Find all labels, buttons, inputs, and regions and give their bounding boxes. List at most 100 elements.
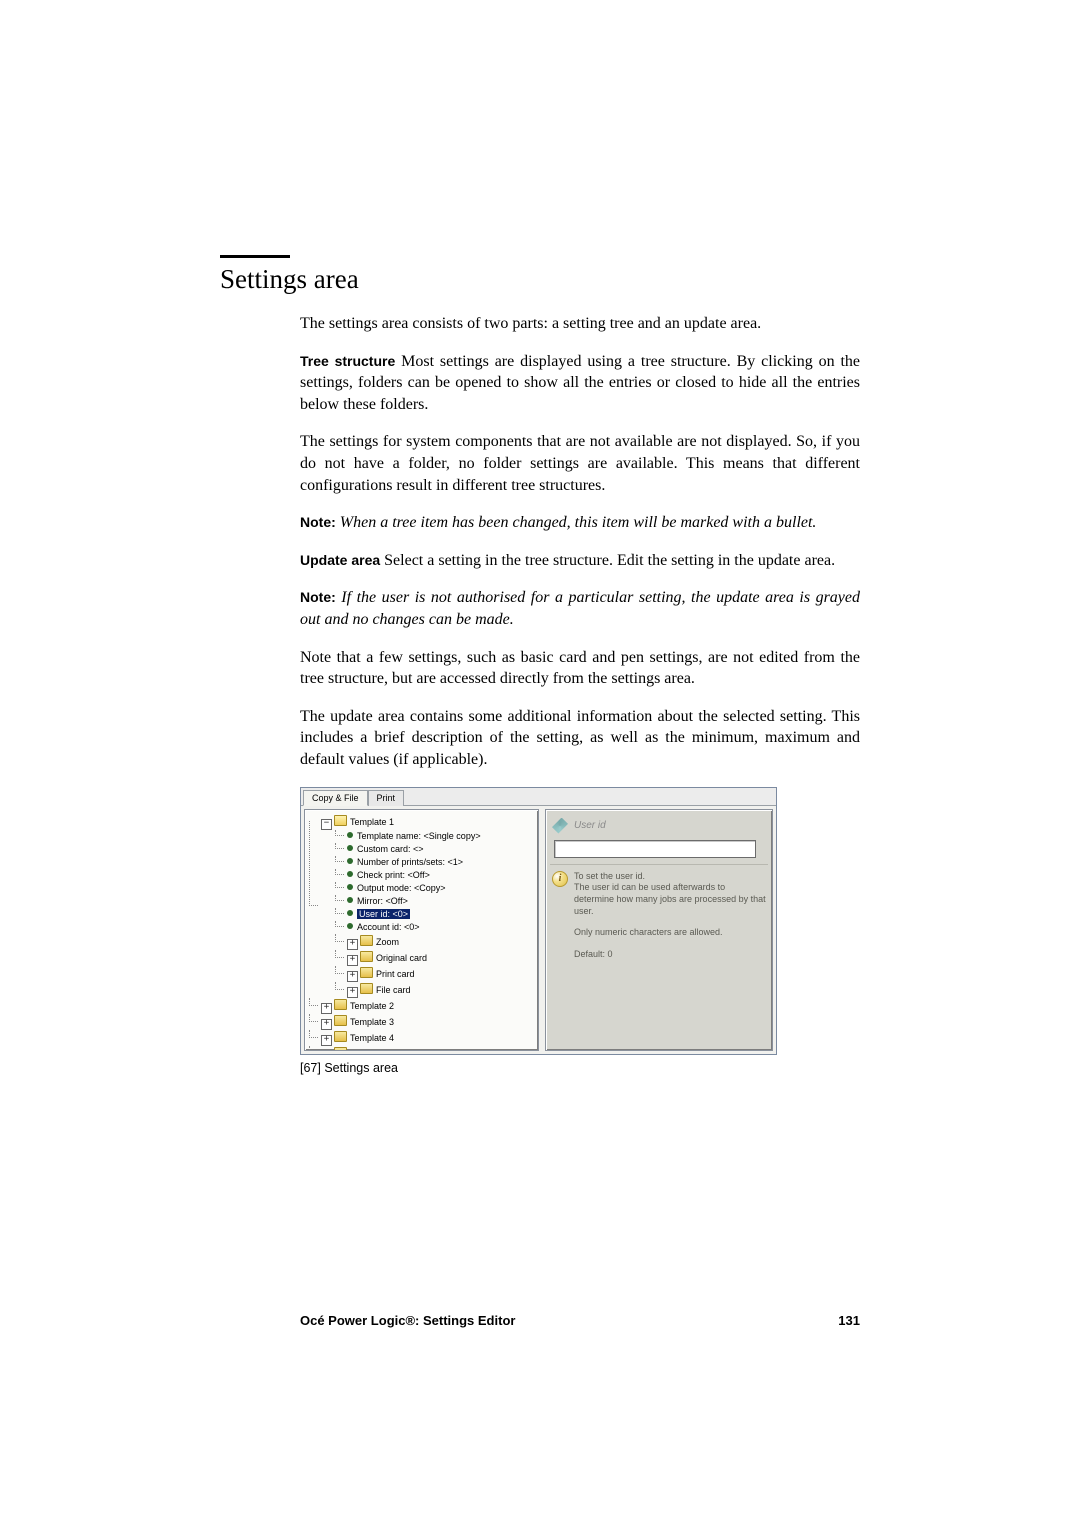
tree-leaf-label: Template name: <Single copy>	[357, 831, 481, 841]
tree-subfolder-label: Zoom	[376, 937, 399, 947]
figure-67: Copy & File Print − Template 1 Template n…	[300, 787, 860, 1075]
bullet-icon	[347, 910, 353, 916]
expand-icon[interactable]: +	[347, 971, 358, 982]
expand-icon[interactable]: +	[347, 987, 358, 998]
tree-leaf-selected-label: User id: <0>	[357, 909, 410, 919]
expand-icon[interactable]: +	[321, 1035, 332, 1046]
update-area-paragraph: Update area Select a setting in the tree…	[300, 550, 860, 572]
tree-sibling[interactable]: + Template 3	[309, 1014, 534, 1030]
heading-rule	[220, 255, 290, 258]
tree-leaf[interactable]: Template name: <Single copy>	[335, 830, 534, 843]
folder-icon	[360, 967, 373, 978]
tree-leaf-label: Output mode: <Copy>	[357, 883, 446, 893]
update-area-title: User id	[574, 820, 606, 831]
update-info-text: To set the user id. The user id can be u…	[574, 871, 766, 971]
after-paragraph-1: Note that a few settings, such as basic …	[300, 647, 860, 690]
tree-sibling-label: Template 4	[350, 1033, 394, 1043]
tree-subfolder-label: File card	[376, 985, 411, 995]
bullet-icon	[347, 871, 353, 877]
footer-page-number: 131	[838, 1313, 860, 1328]
collapse-icon[interactable]: −	[321, 819, 332, 830]
tree-leaf[interactable]: Account id: <0>	[335, 921, 534, 934]
info-line-4: Default: 0	[574, 949, 766, 961]
tree-sibling-label: Zoom calibration	[350, 1049, 417, 1051]
expand-icon[interactable]: +	[347, 955, 358, 966]
expand-icon[interactable]: +	[347, 939, 358, 950]
tree-sibling-label: Template 2	[350, 1001, 394, 1011]
info-icon: i	[552, 871, 568, 887]
tree-structure-paragraph-2: The settings for system components that …	[300, 431, 860, 496]
tree-subfolder[interactable]: + File card	[335, 982, 534, 998]
after-paragraph-2: The update area contains some additional…	[300, 706, 860, 771]
info-line-1: To set the user id.	[574, 871, 645, 881]
tree-structure-label: Tree structure	[300, 353, 395, 369]
note-2-label: Note:	[300, 589, 336, 605]
update-area-label: Update area	[300, 552, 380, 568]
folder-open-icon	[334, 815, 347, 826]
tree-leaf-label: Custom card: <>	[357, 844, 424, 854]
tree-root-label: Template 1	[350, 817, 394, 827]
settings-editor-window: Copy & File Print − Template 1 Template n…	[300, 787, 777, 1055]
folder-icon	[360, 983, 373, 994]
tree-leaf-label: Account id: <0>	[357, 922, 420, 932]
tab-copy-file[interactable]: Copy & File	[303, 790, 368, 806]
figure-caption: [67] Settings area	[300, 1061, 860, 1075]
footer-left: Océ Power Logic®: Settings Editor	[300, 1313, 515, 1328]
page-title: Settings area	[220, 264, 860, 295]
tree-leaf-label: Check print: <Off>	[357, 870, 430, 880]
update-info-block: i To set the user id. The user id can be…	[550, 871, 768, 971]
bullet-icon	[347, 832, 353, 838]
tree-sibling-label: Template 3	[350, 1017, 394, 1027]
divider	[550, 864, 768, 865]
note-1: Note: When a tree item has been changed,…	[300, 512, 860, 534]
intro-paragraph: The settings area consists of two parts:…	[300, 313, 860, 335]
folder-icon	[360, 951, 373, 962]
tree-subfolder[interactable]: + Zoom	[335, 934, 534, 950]
bullet-icon	[347, 845, 353, 851]
user-id-input[interactable]	[554, 840, 756, 858]
tree-leaf[interactable]: Mirror: <Off>	[335, 895, 534, 908]
tab-bar: Copy & File Print	[301, 788, 776, 805]
bullet-icon	[347, 923, 353, 929]
body-text: The settings area consists of two parts:…	[300, 313, 860, 771]
pencil-icon	[552, 818, 568, 834]
expand-icon[interactable]: +	[321, 1003, 332, 1014]
tree-leaf[interactable]: Number of prints/sets: <1>	[335, 856, 534, 869]
tree-sibling[interactable]: + Template 4	[309, 1030, 534, 1046]
update-area-panel: User id i To set the user id. The user i…	[545, 809, 773, 1051]
folder-icon	[334, 999, 347, 1010]
update-area-header: User id	[550, 814, 768, 840]
note-2-text: If the user is not authorised for a part…	[300, 589, 860, 628]
folder-icon	[360, 935, 373, 946]
tree-leaf[interactable]: Custom card: <>	[335, 843, 534, 856]
tree-subfolder-label: Print card	[376, 969, 415, 979]
info-line-2: The user id can be used afterwards to de…	[574, 882, 766, 915]
tree-leaf-label: Number of prints/sets: <1>	[357, 857, 463, 867]
page-footer: Océ Power Logic®: Settings Editor 131	[0, 1313, 1080, 1328]
settings-tree[interactable]: − Template 1 Template name: <Single copy>…	[309, 814, 534, 1051]
tree-subfolder-label: Original card	[376, 953, 427, 963]
tree-structure-paragraph-1: Tree structure Most settings are display…	[300, 351, 860, 416]
settings-tree-panel: − Template 1 Template name: <Single copy>…	[304, 809, 539, 1051]
bullet-icon	[347, 897, 353, 903]
note-2: Note: If the user is not authorised for …	[300, 587, 860, 630]
update-area-text: Select a setting in the tree structure. …	[380, 552, 835, 569]
bullet-icon	[347, 858, 353, 864]
note-1-text: When a tree item has been changed, this …	[336, 514, 817, 531]
tree-root[interactable]: − Template 1 Template name: <Single copy>…	[309, 814, 534, 998]
tree-subfolder[interactable]: + Original card	[335, 950, 534, 966]
folder-icon	[334, 1047, 347, 1051]
tree-leaf-selected[interactable]: User id: <0>	[335, 908, 534, 921]
info-line-3: Only numeric characters are allowed.	[574, 927, 766, 939]
tab-print[interactable]: Print	[368, 790, 405, 806]
tree-sibling[interactable]: +Zoom calibration	[309, 1046, 534, 1051]
note-1-label: Note:	[300, 514, 336, 530]
expand-icon[interactable]: +	[321, 1019, 332, 1030]
tree-subfolder[interactable]: + Print card	[335, 966, 534, 982]
folder-icon	[334, 1015, 347, 1026]
tree-leaf-label: Mirror: <Off>	[357, 896, 408, 906]
folder-icon	[334, 1031, 347, 1042]
tree-sibling[interactable]: + Template 2	[309, 998, 534, 1014]
tree-leaf[interactable]: Output mode: <Copy>	[335, 882, 534, 895]
tree-leaf[interactable]: Check print: <Off>	[335, 869, 534, 882]
